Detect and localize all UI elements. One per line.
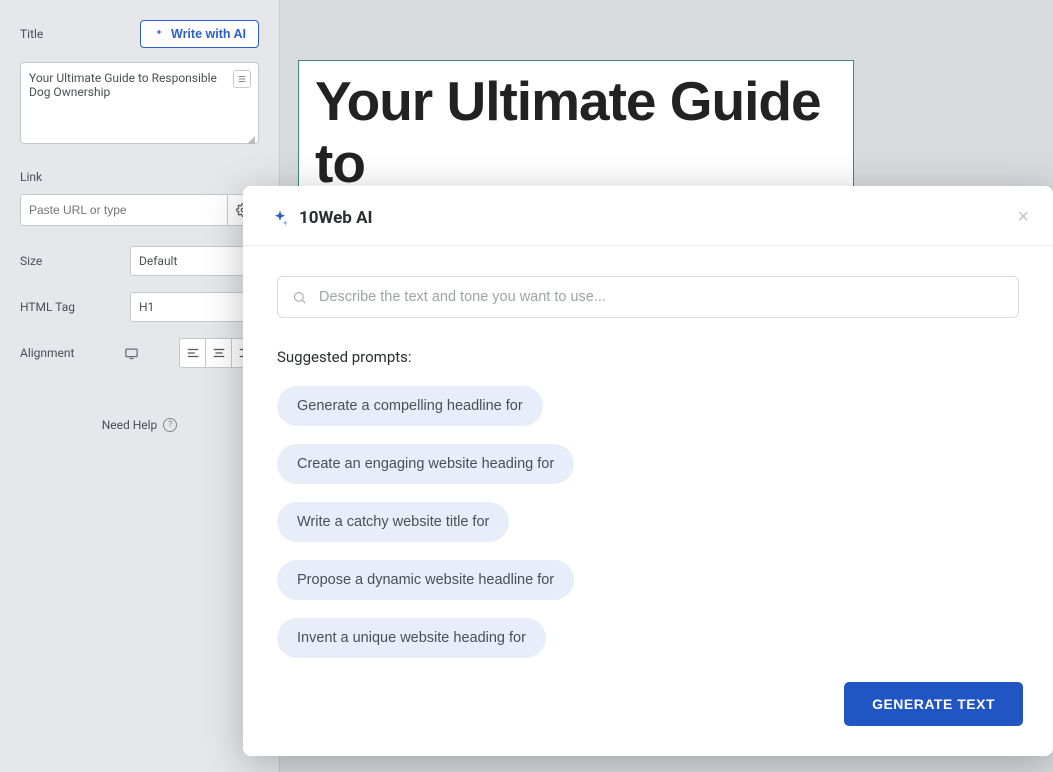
resize-handle-icon[interactable] [245, 134, 255, 144]
suggested-prompts-list: Generate a compelling headline for Creat… [277, 386, 1019, 658]
modal-title: 10Web AI [271, 208, 373, 228]
align-left-icon [186, 347, 200, 359]
prompt-chip[interactable]: Write a catchy website title for [277, 502, 509, 542]
close-icon: × [1017, 206, 1029, 228]
title-label: Title [20, 27, 43, 41]
title-row: Title Write with AI [20, 20, 259, 48]
align-center-button[interactable] [206, 339, 232, 367]
htmltag-label: HTML Tag [20, 300, 130, 314]
size-select[interactable]: Default [130, 246, 259, 276]
modal-footer: GENERATE TEXT [243, 682, 1053, 756]
size-label: Size [20, 254, 130, 268]
help-icon: ? [163, 418, 177, 432]
need-help-label: Need Help [102, 418, 158, 432]
device-icon[interactable] [124, 347, 139, 360]
modal-brand: 10Web AI [299, 208, 373, 228]
modal-close-button[interactable]: × [1017, 206, 1029, 229]
ai-modal: 10Web AI × Suggested prompts: Generate a… [243, 186, 1053, 756]
prompt-input-wrap [277, 276, 1019, 318]
title-textarea[interactable] [20, 62, 259, 144]
prompt-input[interactable] [319, 289, 1004, 305]
align-left-button[interactable] [180, 339, 206, 367]
generate-text-button[interactable]: GENERATE TEXT [844, 682, 1023, 726]
suggested-prompts-label: Suggested prompts: [277, 348, 1019, 366]
size-row: Size Default [20, 246, 259, 276]
link-row [20, 194, 259, 226]
modal-header: 10Web AI × [243, 186, 1053, 246]
title-textarea-wrap [20, 62, 259, 148]
prompt-chip[interactable]: Create an engaging website heading for [277, 444, 574, 484]
heading-text: Your Ultimate Guide to [315, 71, 837, 194]
prompt-chip[interactable]: Invent a unique website heading for [277, 618, 546, 658]
search-icon [292, 290, 307, 305]
htmltag-value: H1 [139, 300, 154, 314]
prompt-chip[interactable]: Propose a dynamic website headline for [277, 560, 574, 600]
modal-body: Suggested prompts: Generate a compelling… [243, 246, 1053, 682]
dynamic-tags-icon[interactable] [233, 70, 251, 88]
alignment-row: Alignment [20, 338, 259, 368]
settings-panel: Title Write with AI Link Size Default HT… [0, 0, 280, 772]
heading-widget[interactable]: Your Ultimate Guide to [298, 60, 854, 205]
write-with-ai-label: Write with AI [171, 27, 246, 41]
link-input[interactable] [20, 194, 227, 226]
htmltag-select[interactable]: H1 [130, 292, 259, 322]
alignment-label: Alignment [20, 346, 124, 360]
sparkle-icon [153, 28, 165, 40]
write-with-ai-button[interactable]: Write with AI [140, 20, 259, 48]
need-help[interactable]: Need Help ? [20, 418, 259, 432]
prompt-chip[interactable]: Generate a compelling headline for [277, 386, 543, 426]
link-label: Link [20, 170, 259, 184]
sparkle-icon [271, 209, 289, 227]
htmltag-row: HTML Tag H1 [20, 292, 259, 322]
align-center-icon [212, 347, 226, 359]
size-value: Default [139, 254, 177, 268]
